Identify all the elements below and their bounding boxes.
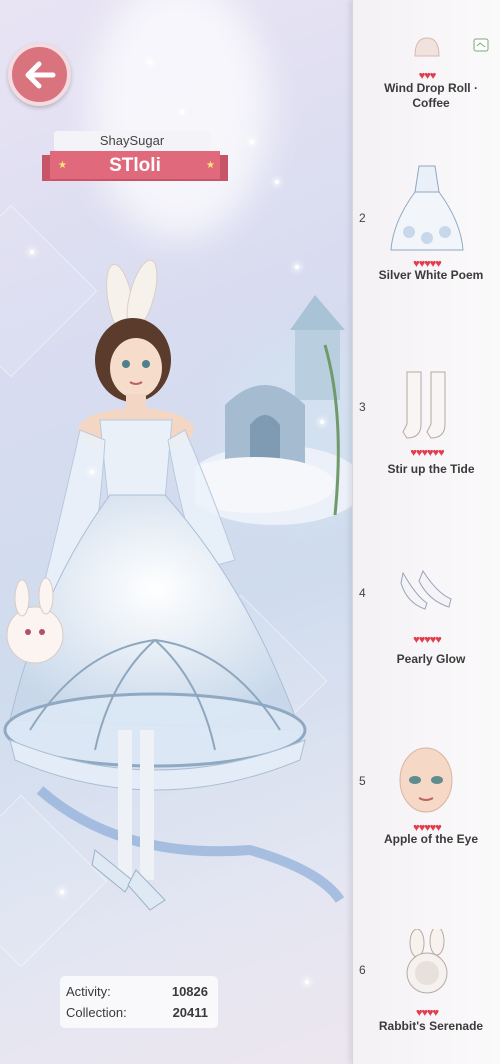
headpiece-icon: [406, 929, 448, 994]
item-rank: 6: [359, 963, 366, 977]
collection-label: Collection:: [66, 1005, 127, 1020]
outfit-item[interactable]: 5 ♥♥♥♥♥ Apple of the Eye: [353, 740, 500, 860]
back-arrow-icon: [25, 61, 55, 88]
item-name: Stir up the Tide: [387, 462, 475, 476]
character-avatar: [3, 260, 345, 911]
player-account-name: ShaySugar: [54, 131, 210, 151]
stockings-icon: [402, 371, 446, 439]
item-rarity-hearts: ♥♥♥♥♥♥: [410, 447, 444, 459]
dress-icon: [390, 165, 464, 251]
item-rarity-hearts: ♥♥♥♥♥: [413, 634, 442, 646]
player-display-name: STloli: [109, 155, 161, 176]
item-name: Wind Drop Roll · Coffee: [384, 81, 478, 110]
outfit-item[interactable]: 4 ♥♥♥♥♥ Pearly Glow: [353, 555, 500, 675]
shoes-icon: [400, 569, 452, 610]
outfit-item[interactable]: ♥♥♥ Wind Drop Roll · Coffee: [353, 0, 500, 118]
outfit-item[interactable]: 3 ♥♥♥♥♥♥ Stir up the Tide: [353, 360, 500, 490]
item-rank: 5: [359, 774, 366, 788]
hair-bun-icon: [414, 37, 440, 57]
outfit-item[interactable]: 6 ♥♥♥♥ Rabbit's Serenade: [353, 925, 500, 1064]
item-rank: 4: [359, 586, 366, 600]
item-rank: 2: [359, 211, 366, 225]
player-name-ribbon: ★ ★ STloli: [42, 151, 228, 181]
item-rank: 3: [359, 400, 366, 414]
outfit-items-panel[interactable]: ♥♥♥ Wind Drop Roll · Coffee 2 ♥♥♥♥♥ Silv…: [352, 0, 500, 1064]
item-name: Silver White Poem: [378, 268, 484, 282]
collection-value: 20411: [172, 1005, 208, 1020]
back-button[interactable]: [8, 43, 71, 106]
item-rarity-hearts: ♥♥♥♥: [415, 1007, 439, 1019]
item-name: Pearly Glow: [396, 652, 466, 666]
outfit-item[interactable]: 2 ♥♥♥♥♥ Silver White Poem: [353, 150, 500, 300]
activity-value: 10826: [171, 984, 208, 999]
item-name: Apple of the Eye: [383, 832, 478, 846]
item-name: Rabbit's Serenade: [378, 1019, 484, 1033]
stats-box: Activity: 10826 Collection: 20411: [60, 976, 218, 1028]
activity-label: Activity:: [66, 984, 111, 999]
face-makeup-icon: [399, 747, 453, 813]
